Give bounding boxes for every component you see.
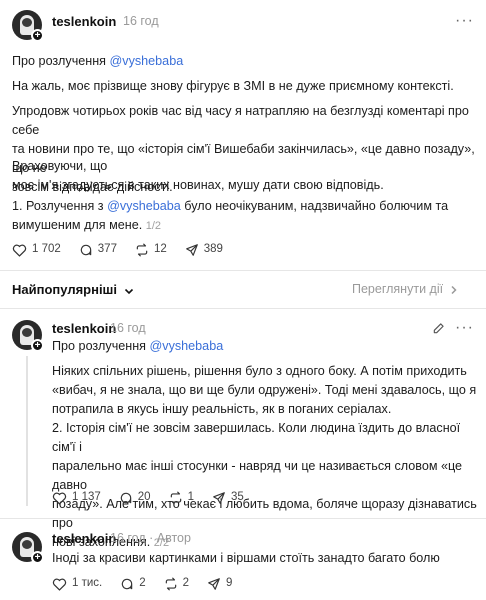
reply-line: Ніяких спільних рішень, рішення було з о…: [52, 364, 467, 378]
post-paragraph-1: На жаль, моє прізвище знову фігурує в ЗМ…: [12, 79, 454, 93]
post-paragraph-3: Враховуючи, що моє ім'я згадується в так…: [12, 157, 384, 195]
view-activity-label: Переглянути дії: [352, 282, 444, 296]
repost-count: 1: [187, 491, 194, 503]
chevron-down-icon: [124, 288, 133, 294]
mention-link[interactable]: @vyshebaba: [107, 199, 181, 213]
comment-icon: [122, 578, 133, 590]
view-activity-link[interactable]: Переглянути дії: [352, 281, 458, 298]
share-icon: [213, 492, 225, 504]
reply-line: «вибач, я не знала, що ви ще були одруже…: [52, 383, 477, 397]
reply-body: Іноді за красиви картинками і віршами ст…: [52, 551, 440, 565]
post-username[interactable]: teslenkoin: [52, 13, 116, 31]
comment-button[interactable]: 2: [120, 576, 146, 592]
reply-line: потрапила в якусь іншу реальність, як в …: [52, 402, 392, 416]
reply-post: + teslenkoin 16 год · Автор Іноді за кра…: [0, 520, 486, 600]
like-button[interactable]: 1 тис.: [52, 576, 102, 592]
post-paragraph-4-text: було неочікуваним, надзвичайно болючим т…: [180, 199, 449, 213]
post-paragraph-4-text: вимушеним для мене.: [12, 218, 146, 232]
mention-link[interactable]: @vyshebaba: [150, 339, 224, 353]
post-paragraph-2-line: Упродовж чотирьох років час від часу я н…: [12, 104, 469, 137]
share-button[interactable]: 35: [212, 490, 244, 506]
post-paragraph-4-text: 1. Розлучення з: [12, 199, 108, 213]
comment-count: 377: [97, 243, 117, 255]
post-paragraph-3-line: моє ім'я згадується в таких новинах, муш…: [12, 178, 384, 192]
sort-dropdown[interactable]: Найпопулярніші: [12, 281, 134, 299]
reply-actions: 1 тис. 2 2 9: [52, 576, 250, 592]
reply-post: + teslenkoin 16 год ··· Про розлучення @…: [0, 310, 486, 549]
pencil-icon[interactable]: [432, 321, 446, 335]
follow-plus-icon[interactable]: +: [31, 29, 44, 42]
more-options-icon[interactable]: ···: [455, 10, 474, 32]
reply-title: Про розлучення @vyshebaba: [52, 337, 223, 356]
reply-actions: 1 137 20 1 35: [52, 490, 262, 506]
post-actions: 1 702 377 12 389: [12, 242, 241, 258]
like-count: 1 702: [32, 243, 61, 255]
chevron-right-icon: [451, 285, 457, 294]
repost-button[interactable]: 1: [169, 490, 194, 506]
follow-plus-icon[interactable]: +: [31, 339, 44, 352]
repost-icon: [136, 243, 148, 257]
divider: [0, 308, 486, 309]
post-paragraph-3-line: Враховуючи, що: [12, 159, 108, 173]
share-button[interactable]: 9: [207, 576, 232, 592]
share-icon: [208, 578, 220, 590]
more-options-icon[interactable]: ···: [455, 317, 474, 339]
post-paragraph-4: 1. Розлучення з @vyshebaba було неочікув…: [12, 197, 448, 236]
reply-username[interactable]: teslenkoin: [52, 530, 116, 548]
share-count: 35: [230, 491, 244, 503]
like-button[interactable]: 1 702: [12, 242, 61, 258]
comment-icon: [120, 492, 132, 504]
reply-username[interactable]: teslenkoin: [52, 320, 116, 338]
comment-count: 2: [139, 577, 146, 589]
repost-button[interactable]: 12: [135, 242, 167, 258]
author-badge: Автор: [156, 531, 191, 545]
heart-icon: [12, 244, 27, 257]
share-icon: [185, 244, 198, 256]
thread-pager: 1/2: [145, 220, 162, 232]
follow-plus-icon[interactable]: +: [31, 551, 44, 564]
reply-time-and-badge: 16 год · Автор: [110, 531, 191, 545]
like-count: 1 137: [72, 491, 101, 503]
repost-button[interactable]: 2: [164, 576, 189, 592]
post-time: 16 год: [123, 14, 159, 28]
reply-title-text: Про розлучення: [52, 339, 150, 353]
share-count: 389: [203, 243, 223, 255]
divider: [0, 270, 486, 271]
sort-label: Найпопулярніші: [12, 282, 118, 297]
comment-button[interactable]: 377: [79, 242, 117, 258]
heart-icon: [52, 492, 67, 505]
comment-icon: [80, 244, 92, 256]
mention-link[interactable]: @vyshebaba: [110, 54, 184, 68]
post-title: Про розлучення @vyshebaba: [12, 52, 183, 71]
like-count: 1 тис.: [72, 577, 103, 589]
post-title-text: Про розлучення: [12, 54, 110, 68]
reply-line: 2. Історія сім'ї не зовсім завершилась. …: [52, 421, 461, 454]
thread-line: [26, 356, 28, 506]
repost-count: 2: [182, 577, 190, 589]
divider: [0, 518, 486, 519]
comment-button[interactable]: 20: [119, 490, 151, 506]
heart-icon: [52, 578, 67, 591]
like-button[interactable]: 1 137: [52, 490, 101, 506]
share-count: 9: [226, 577, 233, 589]
reply-time: 16 год: [110, 531, 146, 545]
repost-icon: [170, 491, 181, 505]
main-post: + teslenkoin 16 год ··· Про розлучення @…: [0, 0, 486, 275]
repost-count: 12: [153, 243, 167, 255]
reply-time: 16 год: [110, 321, 146, 335]
comment-count: 20: [137, 491, 151, 503]
share-button[interactable]: 389: [185, 242, 223, 258]
repost-icon: [165, 577, 176, 591]
